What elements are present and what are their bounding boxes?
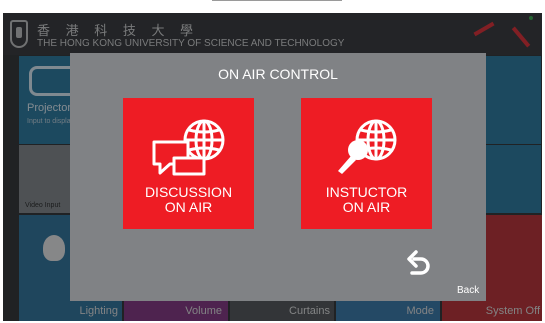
on-air-control-dialog: ON AIR CONTROL DISCUSSION ON AIR INSTUCT…	[70, 53, 486, 301]
discussion-on-air-button[interactable]: DISCUSSION ON AIR	[123, 98, 254, 229]
instructor-on-air-button[interactable]: INSTUCTOR ON AIR	[301, 98, 432, 229]
back-arrow-icon[interactable]	[406, 249, 432, 279]
discussion-globe-icon	[152, 119, 225, 176]
dialog-title: ON AIR CONTROL	[218, 66, 338, 82]
instructor-button-label: INSTUCTOR ON AIR	[301, 185, 432, 215]
control-panel-screen: 香 港 科 技 大 學 THE HONG KONG UNIVERSITY OF …	[3, 13, 542, 321]
discussion-label-line2: ON AIR	[164, 199, 213, 215]
discussion-label-line1: DISCUSSION	[144, 184, 233, 200]
discussion-button-label: DISCUSSION ON AIR	[123, 185, 254, 215]
instructor-label-line1: INSTUCTOR	[325, 184, 408, 200]
top-divider	[212, 0, 342, 1]
back-button-label[interactable]: Back	[457, 285, 479, 296]
instructor-microphone-globe-icon	[338, 119, 397, 174]
instructor-label-line2: ON AIR	[342, 199, 391, 215]
